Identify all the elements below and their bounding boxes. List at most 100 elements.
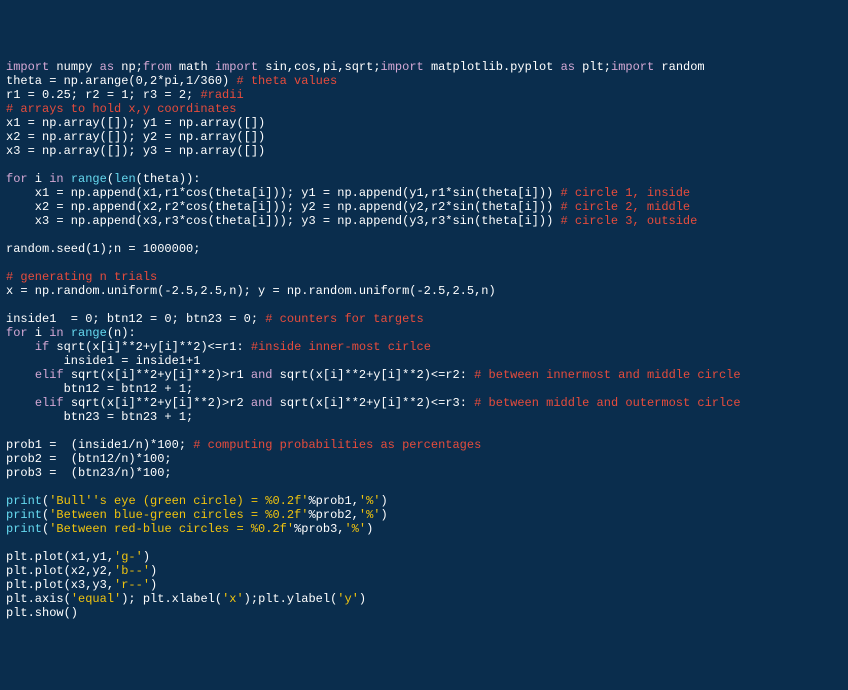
code-line: btn12 = btn12 + 1; <box>6 382 193 396</box>
comment: # generating n trials <box>6 270 157 284</box>
code-text: plt.plot(x1,y1, <box>6 550 114 564</box>
code-text: x2 = np.array([]); y2 = np.array([]) <box>6 130 265 144</box>
builtin-print: print <box>6 494 42 508</box>
keyword-for: for <box>6 326 28 340</box>
code-text: prob1 = (inside1/n)*100; <box>6 438 193 452</box>
indent <box>6 368 35 382</box>
func-sqrt: sqrt <box>64 368 100 382</box>
code-line: x3 = np.array([]); y3 = np.array([]) <box>6 144 265 158</box>
code-text: x1 = np.append(x1,r1*cos(theta[i])); y1 … <box>6 186 561 200</box>
string: 'Bull' <box>49 494 92 508</box>
builtin-len: len <box>114 172 136 186</box>
module-name: math <box>172 60 215 74</box>
keyword-elif: elif <box>35 396 64 410</box>
string: 'equal' <box>71 592 121 606</box>
code-line: prob1 = (inside1/n)*100; # computing pro… <box>6 438 481 452</box>
code-line: plt.plot(x2,y2,'b--') <box>6 564 157 578</box>
code-text: ) <box>359 592 366 606</box>
code-line: random.seed(1);n = 1000000; <box>6 242 200 256</box>
keyword-elif: elif <box>35 368 64 382</box>
string: 'y' <box>337 592 359 606</box>
code-text: r1 = 0.25; r2 = 1; r3 = 2; <box>6 88 200 102</box>
code-text: prob2 = (btn12/n)*100; <box>6 452 172 466</box>
code-line: plt.axis('equal'); plt.xlabel('x');plt.y… <box>6 592 366 606</box>
string: 'Between red-blue circles = %0.2f' <box>49 522 294 536</box>
string: '%' <box>344 522 366 536</box>
var: i <box>28 172 50 186</box>
code-text: ) <box>150 578 157 592</box>
code-text: inside1 = inside1+1 <box>6 354 200 368</box>
module-name: numpy <box>49 60 99 74</box>
code-line: for i in range(len(theta)): <box>6 172 200 186</box>
code-line: elif sqrt(x[i]**2+y[i]**2)>r2 and sqrt(x… <box>6 396 741 410</box>
keyword-and: and <box>251 368 273 382</box>
alias: np; <box>114 60 143 74</box>
string: '%' <box>359 494 381 508</box>
code-text: plt.show() <box>6 606 78 620</box>
code-text: (x[i]**2+y[i]**2)<=r2: <box>309 368 475 382</box>
indent <box>6 396 35 410</box>
code-text: inside1 = 0; btn12 = 0; btn23 = 0; <box>6 312 265 326</box>
keyword-from: from <box>143 60 172 74</box>
code-line: inside1 = 0; btn12 = 0; btn23 = 0; # cou… <box>6 312 424 326</box>
var: i <box>28 326 50 340</box>
builtin-print: print <box>6 522 42 536</box>
code-line: prob3 = (btn23/n)*100; <box>6 466 172 480</box>
code-text: plt.plot(x3,y3, <box>6 578 114 592</box>
import-names: sin,cos,pi,sqrt; <box>258 60 380 74</box>
code-line: x2 = np.append(x2,r2*cos(theta[i])); y2 … <box>6 200 690 214</box>
keyword-import: import <box>215 60 258 74</box>
builtin-range: range <box>64 172 107 186</box>
code-text: x2 = np.append(x2,r2*cos(theta[i])); y2 … <box>6 200 561 214</box>
code-text: (x[i]**2+y[i]**2)<=r3: <box>309 396 475 410</box>
code-line: import numpy as np;from math import sin,… <box>6 60 705 74</box>
func-sqrt: sqrt <box>49 340 85 354</box>
keyword-as: as <box>561 60 575 74</box>
code-line: plt.plot(x3,y3,'r--') <box>6 578 157 592</box>
code-text: x = np.random.uniform(-2.5,2.5,n); y = n… <box>6 284 496 298</box>
code-text: plt.axis( <box>6 592 71 606</box>
code-text: %prob3, <box>294 522 344 536</box>
code-text: x1 = np.array([]); y1 = np.array([]) <box>6 116 265 130</box>
code-line: print('Between red-blue circles = %0.2f'… <box>6 522 373 536</box>
code-line: inside1 = inside1+1 <box>6 354 200 368</box>
code-text: x3 = np.append(x3,r3*cos(theta[i])); y3 … <box>6 214 561 228</box>
keyword-import: import <box>611 60 654 74</box>
code-text: %prob2, <box>308 508 358 522</box>
code-line: print('Bull''s eye (green circle) = %0.2… <box>6 494 388 508</box>
paren: ( <box>107 172 114 186</box>
code-line: btn23 = btn23 + 1; <box>6 410 193 424</box>
func-sqrt: sqrt <box>272 368 308 382</box>
string: 'Between blue-green circles = %0.2f' <box>49 508 308 522</box>
code-line: x1 = np.append(x1,r1*cos(theta[i])); y1 … <box>6 186 690 200</box>
code-text: prob3 = (btn23/n)*100; <box>6 466 172 480</box>
comment: # counters for targets <box>265 312 423 326</box>
code-text: random.seed(1);n = 1000000; <box>6 242 200 256</box>
code-line: elif sqrt(x[i]**2+y[i]**2)>r1 and sqrt(x… <box>6 368 741 382</box>
string: 'b--' <box>114 564 150 578</box>
keyword-import: import <box>6 60 49 74</box>
code-text: (x[i]**2+y[i]**2)<=r1: <box>85 340 251 354</box>
builtin-print: print <box>6 508 42 522</box>
code-line: x1 = np.array([]); y1 = np.array([]) <box>6 116 265 130</box>
keyword-in: in <box>49 326 63 340</box>
code-line: plt.plot(x1,y1,'g-') <box>6 550 150 564</box>
code-line: for i in range(n): <box>6 326 136 340</box>
string: 'x' <box>222 592 244 606</box>
alias: plt; <box>575 60 611 74</box>
code-line: x3 = np.append(x3,r3*cos(theta[i])); y3 … <box>6 214 697 228</box>
comment: #radii <box>200 88 243 102</box>
code-line: prob2 = (btn12/n)*100; <box>6 452 172 466</box>
code-text: ); plt.xlabel( <box>121 592 222 606</box>
string: 's eye (green circle) = %0.2f' <box>92 494 308 508</box>
code-text: );plt.ylabel( <box>244 592 338 606</box>
comment: # circle 2, middle <box>561 200 691 214</box>
code-line: print('Between blue-green circles = %0.2… <box>6 508 388 522</box>
code-text: btn12 = btn12 + 1; <box>6 382 193 396</box>
builtin-range: range <box>64 326 107 340</box>
paren: ) <box>366 522 373 536</box>
code-line: plt.show() <box>6 606 78 620</box>
comment: # circle 3, outside <box>561 214 698 228</box>
keyword-as: as <box>100 60 114 74</box>
code-text: (theta)): <box>136 172 201 186</box>
